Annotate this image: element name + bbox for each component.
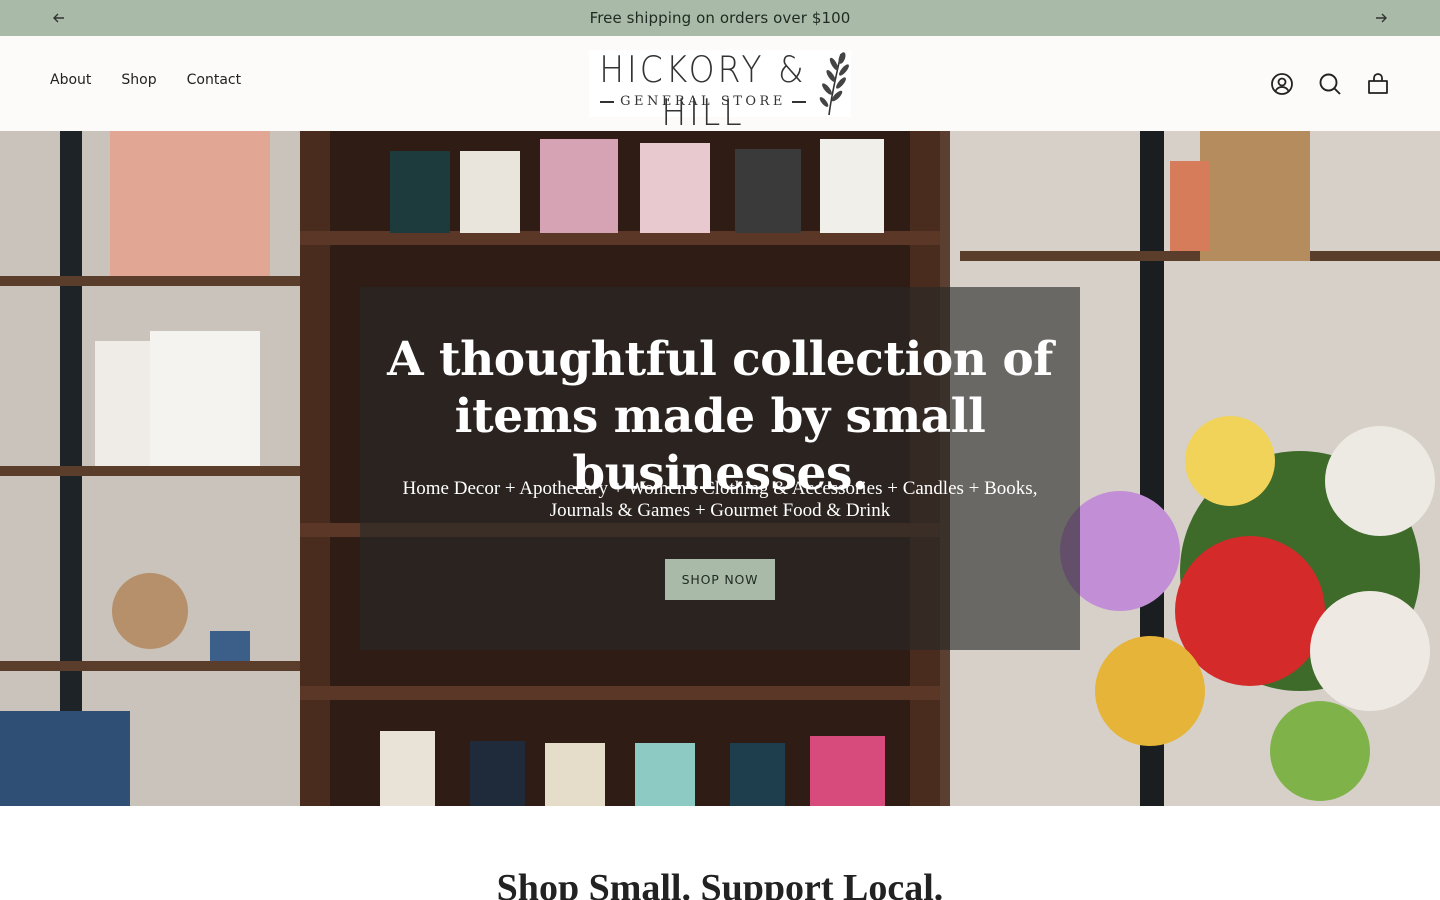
logo-dash-right — [791, 100, 806, 103]
hero-title: A thoughtful collection of items made by… — [387, 332, 1053, 501]
store-logo[interactable]: HICKORY & HILL GENERAL STORE — [589, 48, 851, 134]
shop-now-button[interactable]: SHOP NOW — [665, 559, 775, 600]
nav-item-shop[interactable]: Shop — [121, 72, 156, 88]
logo-dash-left — [600, 100, 615, 103]
nav-item-about[interactable]: About — [50, 72, 91, 88]
search-icon[interactable] — [1318, 72, 1342, 96]
arrow-left-icon[interactable] — [50, 9, 68, 27]
logo-subtitle-row: GENERAL STORE — [589, 94, 817, 109]
account-icon[interactable] — [1270, 72, 1294, 96]
site-header: About Shop Contact HICKORY & HILL GENERA… — [0, 36, 1440, 134]
nav-item-contact[interactable]: Contact — [187, 72, 241, 88]
logo-title: HICKORY & HILL — [599, 48, 807, 134]
hero-subtitle: Home Decor + Apothecary + Women's Clothi… — [402, 478, 1038, 521]
cart-icon[interactable] — [1366, 72, 1390, 96]
leaf-sprig-icon — [819, 52, 849, 116]
main-nav: About Shop Contact — [50, 72, 241, 88]
hero-banner: A thoughtful collection of items made by… — [0, 131, 1440, 806]
section-title: Shop Small. Support Local. — [496, 867, 944, 900]
announcement-text: Free shipping on orders over $100 — [589, 9, 851, 27]
announcement-bar: Free shipping on orders over $100 — [0, 0, 1440, 36]
arrow-right-icon[interactable] — [1372, 9, 1390, 27]
logo-subtitle: GENERAL STORE — [620, 94, 786, 109]
header-actions — [1270, 72, 1390, 96]
